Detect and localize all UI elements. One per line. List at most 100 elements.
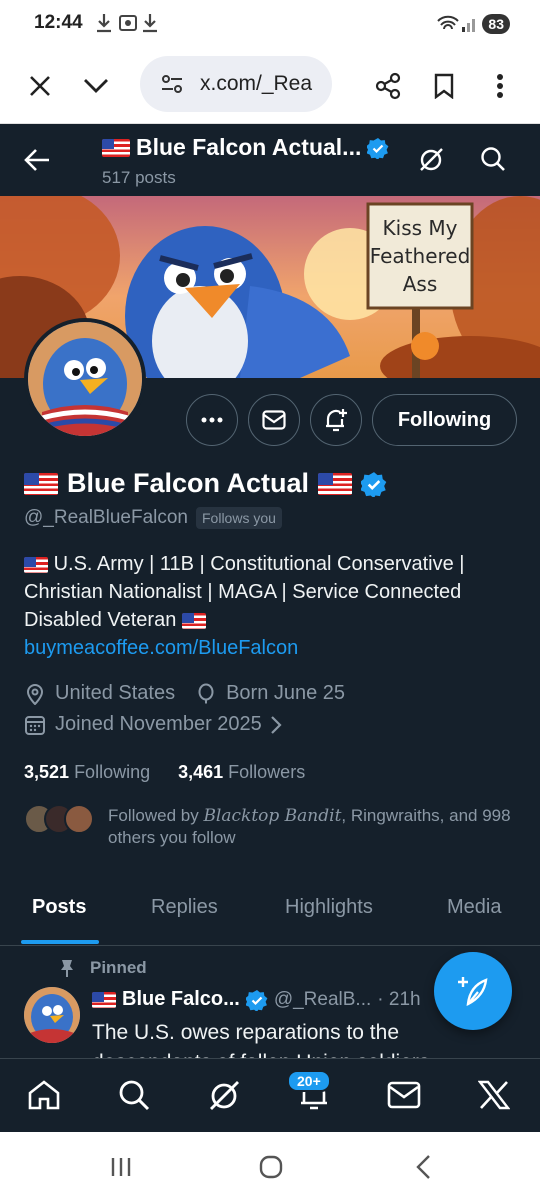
pin-icon bbox=[61, 960, 73, 977]
search-icon[interactable] bbox=[480, 146, 506, 172]
us-flag-icon bbox=[181, 612, 206, 629]
tab-posts[interactable]: Posts bbox=[32, 896, 86, 919]
tab-replies[interactable]: Replies bbox=[151, 896, 218, 919]
sign-line-2: Feathered bbox=[369, 244, 471, 268]
meta-row-1: United States Born June 25 bbox=[24, 682, 345, 705]
following-label: Following bbox=[74, 762, 151, 782]
pinned-label: Pinned bbox=[90, 958, 147, 977]
nav-x[interactable] bbox=[474, 1075, 514, 1115]
profile-handle: @_RealBlueFalcon bbox=[24, 507, 188, 528]
pinned-indicator: Pinned bbox=[58, 958, 147, 978]
following-number: 3,521 bbox=[24, 762, 70, 782]
back-button[interactable] bbox=[408, 1152, 438, 1182]
verified-badge-icon bbox=[367, 137, 389, 159]
share-button[interactable] bbox=[368, 66, 408, 106]
compose-post-button[interactable] bbox=[434, 952, 512, 1030]
profile-name: Blue Falcon Actual bbox=[67, 468, 310, 498]
bio-link[interactable]: buymeacoffee.com/BlueFalcon bbox=[24, 637, 298, 659]
envelope-icon bbox=[262, 410, 286, 430]
minimize-button[interactable] bbox=[76, 66, 116, 106]
notify-button[interactable] bbox=[310, 394, 362, 446]
sign-line-3: Ass bbox=[402, 272, 438, 296]
recents-icon bbox=[111, 1158, 131, 1176]
header-name: Blue Falcon Actual... bbox=[136, 134, 362, 160]
message-button[interactable] bbox=[248, 394, 300, 446]
avatar-image bbox=[24, 987, 80, 1043]
follows-you-badge: Follows you bbox=[196, 507, 282, 529]
recent-apps-button[interactable] bbox=[106, 1152, 136, 1182]
avatar-image bbox=[28, 322, 142, 436]
post-avatar[interactable] bbox=[24, 987, 80, 1043]
search-icon bbox=[119, 1080, 150, 1111]
post-author[interactable]: Blue Falco... bbox=[122, 988, 240, 1011]
follow-counts: 3,521 Following 3,461 Followers bbox=[24, 762, 305, 783]
post-text[interactable]: The U.S. owes reparations to the descend… bbox=[92, 1018, 512, 1058]
location-pin-icon bbox=[26, 683, 44, 705]
home-circle-icon bbox=[259, 1155, 283, 1179]
header-title: Blue Falcon Actual... bbox=[102, 134, 389, 161]
bell-plus-icon bbox=[326, 409, 347, 432]
bio-text: U.S. Army | 11B | Constitutional Conserv… bbox=[24, 553, 465, 631]
profile-name-row: Blue Falcon Actual bbox=[24, 468, 387, 499]
grok-icon bbox=[210, 1081, 239, 1110]
post-handle: @_RealB... bbox=[273, 988, 372, 1010]
back-chevron-icon bbox=[416, 1155, 430, 1179]
bookmark-icon bbox=[434, 73, 454, 99]
post-time: · 21h bbox=[377, 988, 421, 1010]
more-options-button[interactable] bbox=[186, 394, 238, 446]
post-count: 517 posts bbox=[102, 168, 176, 187]
feather-plus-icon bbox=[458, 977, 488, 1007]
nav-search[interactable] bbox=[114, 1075, 154, 1115]
followed-by-name: Blacktop Bandit bbox=[203, 806, 342, 826]
nav-home[interactable] bbox=[24, 1075, 64, 1115]
birthday-text: Born June 25 bbox=[226, 682, 346, 704]
following-button[interactable]: Following bbox=[372, 394, 517, 446]
notifications-badge: 20+ bbox=[287, 1070, 331, 1092]
home-icon bbox=[28, 1080, 60, 1110]
envelope-icon bbox=[387, 1081, 421, 1109]
bookmark-button[interactable] bbox=[424, 66, 464, 106]
nav-messages[interactable] bbox=[384, 1075, 424, 1115]
site-settings-icon bbox=[162, 75, 182, 93]
avatar bbox=[64, 804, 94, 834]
browser-toolbar: x.com/_Rea bbox=[0, 48, 540, 124]
home-button[interactable] bbox=[256, 1152, 286, 1182]
back-arrow-icon[interactable] bbox=[24, 148, 50, 172]
tab-media[interactable]: Media bbox=[447, 896, 501, 919]
nav-grok[interactable] bbox=[204, 1075, 244, 1115]
tab-highlights[interactable]: Highlights bbox=[285, 896, 373, 919]
download-icon bbox=[97, 14, 111, 33]
banner-sign: Kiss My Feathered Ass bbox=[368, 214, 472, 298]
calendar-icon bbox=[25, 715, 45, 735]
followers-number: 3,461 bbox=[178, 762, 224, 782]
x-logo-icon bbox=[478, 1080, 510, 1110]
verified-badge-icon[interactable] bbox=[361, 471, 387, 497]
followers-label: Followers bbox=[228, 762, 306, 782]
us-flag-icon bbox=[102, 138, 130, 157]
us-flag-icon bbox=[318, 472, 353, 495]
chevron-down-icon bbox=[84, 79, 108, 93]
profile-avatar[interactable] bbox=[24, 318, 146, 440]
close-tab-button[interactable] bbox=[20, 66, 60, 106]
system-navigation-bar bbox=[0, 1132, 540, 1200]
url-bar[interactable]: x.com/_Rea bbox=[140, 56, 332, 112]
grok-icon[interactable] bbox=[418, 146, 444, 172]
browser-menu-button[interactable] bbox=[480, 66, 520, 106]
balloon-icon bbox=[198, 683, 214, 703]
battery-indicator: 83 bbox=[482, 14, 510, 34]
joined-text: Joined November 2025 bbox=[55, 713, 262, 735]
status-time: 12:44 bbox=[34, 12, 83, 33]
us-flag-icon bbox=[24, 472, 58, 495]
profile-tabs: Posts Replies Highlights Media bbox=[0, 880, 540, 946]
bottom-navigation: 20+ bbox=[0, 1058, 540, 1132]
screenshot-icon bbox=[119, 15, 137, 31]
meta-row-2[interactable]: Joined November 2025 bbox=[24, 713, 282, 736]
followed-by-prefix: Followed by bbox=[108, 806, 204, 825]
chevron-right-icon bbox=[271, 715, 282, 734]
status-bar: 12:44 83 bbox=[0, 0, 540, 48]
verified-badge-icon bbox=[245, 989, 268, 1011]
us-flag-icon bbox=[92, 991, 116, 1008]
profile-bio: U.S. Army | 11B | Constitutional Conserv… bbox=[24, 550, 519, 662]
following-count[interactable]: 3,521 Following bbox=[24, 762, 150, 783]
followers-count[interactable]: 3,461 Followers bbox=[178, 762, 305, 783]
